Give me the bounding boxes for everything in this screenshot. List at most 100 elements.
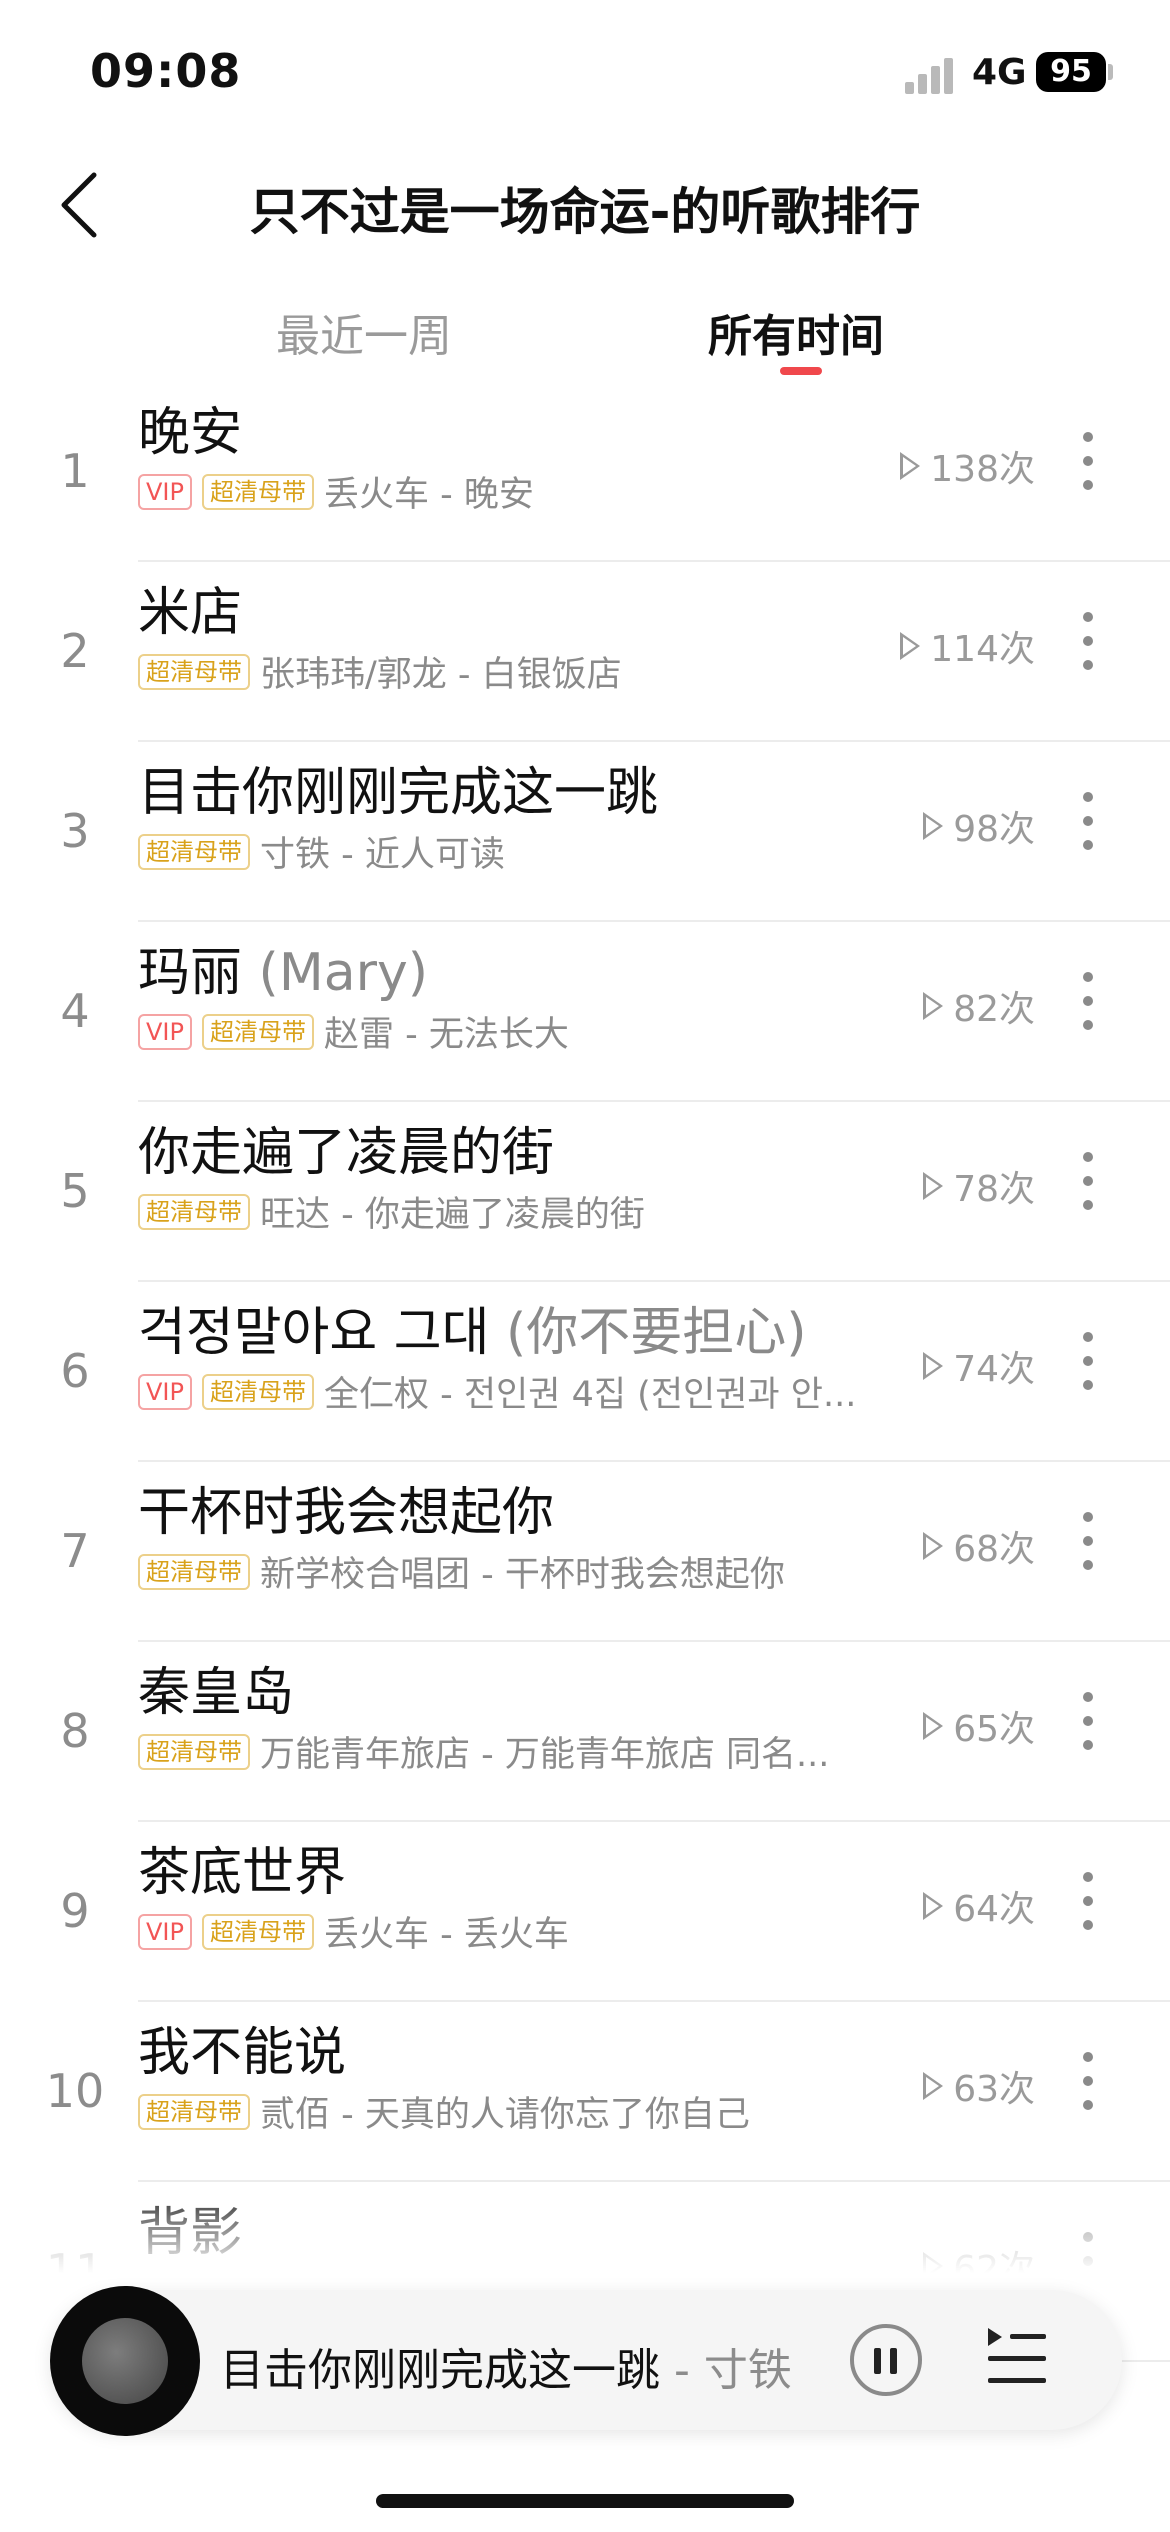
album-cover [82, 2318, 168, 2404]
more-icon[interactable] [1078, 2046, 1098, 2116]
more-icon[interactable] [1078, 606, 1098, 676]
song-row[interactable]: 6 걱정말아요 그대 (你不要担心) VIP 超清母带 全仁权 - 전인권 4집 (… [0, 1282, 1170, 1462]
tab-all-time[interactable]: 所有时间 [708, 300, 884, 364]
play-count: 63次 [923, 2060, 1035, 2112]
active-tab-indicator [780, 367, 822, 375]
play-count-label: 98次 [953, 809, 1035, 850]
pause-button[interactable] [850, 2324, 922, 2396]
song-row[interactable]: 9 茶底世界 VIP 超清母带 丢火车 - 丢火车 64次 [0, 1822, 1170, 2002]
play-count-label: 82次 [953, 989, 1035, 1030]
song-title: 米店 [138, 583, 243, 643]
song-artist-album: 丢火车 - 晚安 [323, 475, 534, 515]
hq-badge: 超清母带 [138, 653, 250, 690]
song-meta: VIP 超清母带 全仁权 - 전인권 4집 (전인권과 안... [138, 1366, 858, 1417]
song-artist-album: 张玮玮/郭龙 - 白银饭店 [260, 655, 622, 695]
vip-badge: VIP [138, 1013, 192, 1050]
song-artist-album: 赵雷 - 无法长大 [323, 1015, 569, 1055]
now-playing-separator: - [660, 2345, 704, 2396]
song-row[interactable]: 7 干杯时我会想起你 超清母带 新学校合唱团 - 干杯时我会想起你 68次 [0, 1462, 1170, 1642]
song-rank: 4 [60, 984, 90, 1038]
play-count: 82次 [923, 980, 1035, 1032]
more-icon[interactable] [1078, 1686, 1098, 1756]
song-meta: VIP 超清母带 丢火车 - 晚安 [138, 466, 858, 517]
song-row[interactable]: 10 我不能说 超清母带 贰佰 - 天真的人请你忘了你自己 63次 [0, 2002, 1170, 2182]
signal-icon [905, 52, 955, 94]
play-icon [923, 1892, 944, 1920]
hq-badge: 超清母带 [201, 1373, 314, 1410]
more-icon[interactable] [1078, 426, 1098, 496]
play-icon [923, 1532, 944, 1560]
song-title: 秦皇岛 [138, 1663, 295, 1723]
song-row[interactable]: 2 米店 超清母带 张玮玮/郭龙 - 白银饭店 114次 [0, 562, 1170, 742]
song-title: 晚安 [138, 403, 243, 463]
more-icon[interactable] [1078, 1146, 1098, 1216]
play-count-label: 78次 [953, 1169, 1035, 1210]
song-title-line: 玛丽 (Mary) [138, 930, 428, 1005]
song-title-line: 米店 [138, 570, 242, 645]
song-title: 걱정말아요 그대 [138, 1303, 490, 1363]
song-meta: VIP 超清母带 丢火车 - 丢火车 [138, 1906, 858, 1957]
play-count: 64次 [923, 1880, 1035, 1932]
hq-badge: 超清母带 [201, 1013, 314, 1050]
status-bar: 09:08 4G 95 [0, 0, 1170, 140]
play-count: 78次 [923, 1160, 1035, 1212]
song-artist-album: 丢火车 - 丢火车 [323, 1915, 569, 1955]
play-icon [923, 992, 944, 1020]
list-fade [0, 2180, 1170, 2290]
song-title: 干杯时我会想起你 [138, 1483, 555, 1543]
play-count-label: 114次 [930, 629, 1035, 670]
hq-badge: 超清母带 [201, 1913, 314, 1950]
playlist-icon[interactable] [986, 2328, 1048, 2388]
more-icon[interactable] [1078, 1866, 1098, 1936]
song-title: 玛丽 [138, 943, 243, 1003]
now-playing-artist: 寸铁 [703, 2345, 792, 2396]
song-row[interactable]: 1 晚安 VIP 超清母带 丢火车 - 晚安 138次 [0, 382, 1170, 562]
hq-badge: 超清母带 [138, 833, 250, 870]
song-alias: (你不要担心) [505, 1303, 807, 1363]
song-artist-album: 贰佰 - 天真的人请你忘了你自己 [260, 2095, 750, 2135]
song-title-line: 目击你刚刚完成这一跳 [138, 750, 658, 825]
song-row[interactable]: 5 你走遍了凌晨的街 超清母带 旺达 - 你走遍了凌晨的街 78次 [0, 1102, 1170, 1282]
tab-last-week[interactable]: 最近一周 [276, 300, 452, 364]
song-rank: 3 [60, 804, 90, 858]
hq-badge: 超清母带 [138, 1193, 250, 1230]
page-title: 只不过是一场命运-的听歌排行 [249, 183, 921, 241]
song-title: 茶底世界 [138, 1843, 347, 1903]
vip-badge: VIP [138, 1373, 192, 1410]
song-title-line: 你走遍了凌晨的街 [138, 1110, 554, 1185]
song-title-line: 걱정말아요 그대 (你不要担心) [138, 1290, 807, 1365]
play-icon [923, 1172, 944, 1200]
play-count: 65次 [923, 1700, 1035, 1752]
play-icon [923, 2072, 944, 2100]
song-rank: 1 [60, 444, 90, 498]
now-playing-title: 目击你刚刚完成这一跳 [220, 2345, 660, 2396]
more-icon[interactable] [1078, 786, 1098, 856]
play-count-label: 74次 [953, 1349, 1035, 1390]
song-meta: 超清母带 旺达 - 你走遍了凌晨的街 [138, 1186, 858, 1237]
play-count-label: 138次 [930, 449, 1035, 490]
network-type: 4G [972, 52, 1027, 93]
song-title-line: 晚安 [138, 390, 242, 465]
more-icon[interactable] [1078, 1506, 1098, 1576]
play-count-label: 68次 [953, 1529, 1035, 1570]
song-rank: 5 [60, 1164, 90, 1218]
song-title-line: 秦皇岛 [138, 1650, 294, 1725]
song-row[interactable]: 8 秦皇岛 超清母带 万能青年旅店 - 万能青年旅店 同名... 65次 [0, 1642, 1170, 1822]
song-title: 你走遍了凌晨的街 [138, 1123, 555, 1183]
mini-player[interactable]: 目击你刚刚完成这一跳 - 寸铁 [50, 2286, 1122, 2436]
song-row[interactable]: 4 玛丽 (Mary) VIP 超清母带 赵雷 - 无法长大 82次 [0, 922, 1170, 1102]
play-icon [900, 452, 921, 480]
home-indicator [376, 2494, 794, 2508]
song-rank: 8 [60, 1704, 90, 1758]
song-title-line: 我不能说 [138, 2010, 346, 2085]
song-alias: (Mary) [258, 943, 429, 1003]
album-disc[interactable] [50, 2286, 200, 2436]
battery-icon: 95 [1036, 52, 1106, 92]
hq-badge: 超清母带 [138, 2093, 250, 2130]
hq-badge: 超清母带 [201, 473, 314, 510]
song-row[interactable]: 3 目击你刚刚完成这一跳 超清母带 寸铁 - 近人可读 98次 [0, 742, 1170, 922]
more-icon[interactable] [1078, 1326, 1098, 1396]
more-icon[interactable] [1078, 966, 1098, 1036]
now-playing[interactable]: 目击你刚刚完成这一跳 - 寸铁 [220, 2334, 792, 2398]
tab-bar: 最近一周 所有时间 [0, 300, 1170, 370]
